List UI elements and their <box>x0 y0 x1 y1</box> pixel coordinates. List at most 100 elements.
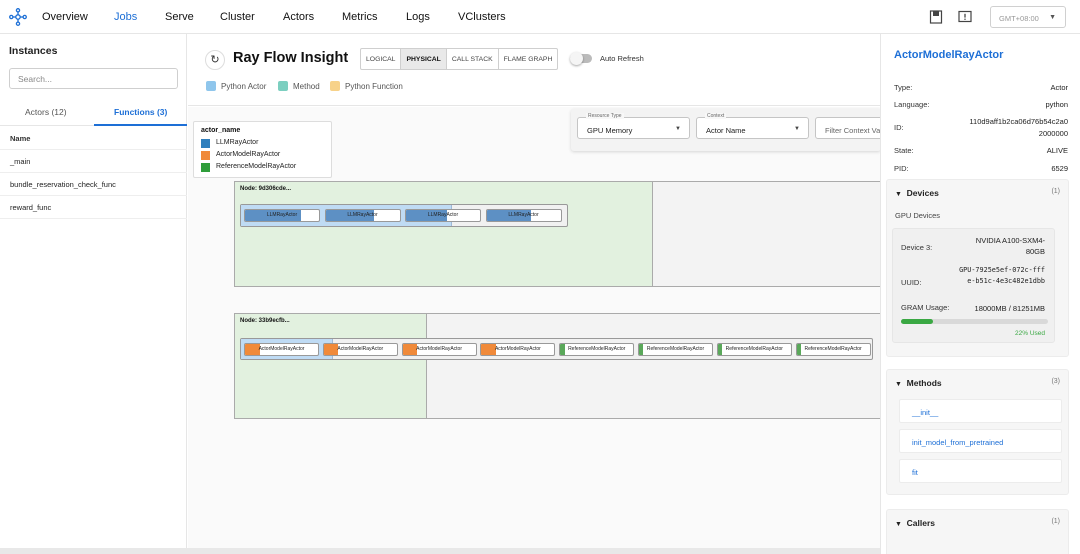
field-id-value: 110d9aff1b2ca06d76b54c2a02000000 <box>969 117 1068 138</box>
chevron-down-icon: ▼ <box>895 521 902 528</box>
method-item[interactable]: fit <box>899 459 1062 483</box>
actor-box[interactable]: ReferenceModelRayActor <box>559 343 635 356</box>
actor-box[interactable]: LLMRayActor <box>485 209 562 222</box>
node-box[interactable]: Node: 33b9ecfb... ActorModelRayActor Acto… <box>234 313 880 419</box>
legend-llm-label: LLMRayActor <box>216 139 259 146</box>
uuid-value: GPU-7925e5ef-072c-fffe-b51c-4e3c482e1dbb <box>959 266 1045 285</box>
toggle-knob <box>570 52 583 65</box>
actor-name: ActorModelRayActor <box>258 346 305 352</box>
devices-card: ▼ Devices (1) GPU Devices Device 3: NVID… <box>886 179 1069 357</box>
nav-actors[interactable]: Actors <box>283 11 314 23</box>
tab-functions[interactable]: Functions (3) <box>114 107 167 117</box>
method-item[interactable]: init_model_from_pretrained <box>899 429 1062 453</box>
chevron-down-icon: ▼ <box>895 381 902 388</box>
node-label: Node: 33b9ecfb... <box>240 318 290 324</box>
actor-usage-fill <box>402 344 418 355</box>
nav-logs[interactable]: Logs <box>406 11 430 23</box>
device-value: NVIDIA A100-SXM4-80GB <box>975 236 1045 256</box>
nav-overview[interactable]: Overview <box>42 11 88 23</box>
actor-box[interactable]: ReferenceModelRayActor <box>716 343 792 356</box>
physical-view-canvas[interactable]: Resource Type GPU Memory ▼ Context Actor… <box>188 107 880 548</box>
node-gpu-usage-region <box>235 182 653 286</box>
chevron-down-icon: ▼ <box>895 191 902 198</box>
legend-swatch-method <box>278 81 288 91</box>
devices-header[interactable]: ▼ Devices <box>895 188 939 198</box>
resource-type-label: Resource Type <box>586 113 624 119</box>
timezone-value: GMT+08:00 <box>999 14 1039 23</box>
actor-group[interactable]: ActorModelRayActor ActorModelRayActor Acto… <box>240 338 873 360</box>
actor-box[interactable]: ReferenceModelRayActor <box>795 343 871 356</box>
field-type-value: Actor <box>1050 83 1068 92</box>
gpu-devices-subtitle: GPU Devices <box>895 211 941 220</box>
actor-color-legend: actor_name LLMRayActor ActorModelRayActo… <box>193 121 332 178</box>
gram-usage-percent: 22% Used <box>1015 330 1045 337</box>
actor-box[interactable]: LLMRayActor <box>405 209 481 222</box>
actor-usage-fill <box>639 344 644 355</box>
actor-box[interactable]: ActorModelRayActor <box>480 343 556 356</box>
callers-header[interactable]: ▼ Callers <box>895 518 935 528</box>
flow-insight-header: ↻ Ray Flow Insight LOGICAL PHYSICAL CALL… <box>188 34 880 106</box>
tab-actors[interactable]: Actors (12) <box>25 107 67 117</box>
list-item[interactable]: bundle_reservation_check_func <box>0 173 187 196</box>
methods-title: Methods <box>906 378 942 388</box>
actor-name: ActorModelRayActor <box>337 346 384 352</box>
view-call-stack-button[interactable]: CALL STACK <box>447 49 499 69</box>
context-value: Actor Name <box>706 126 746 135</box>
field-id-label: ID: <box>894 123 904 132</box>
instances-panel: Instances Search... Actors (12) Function… <box>0 34 187 554</box>
actor-group[interactable]: LLMRayActor LLMRayActor LLMRayActor LLMRayA… <box>240 204 568 227</box>
resource-type-select[interactable]: Resource Type GPU Memory ▼ <box>577 113 690 139</box>
actor-box[interactable]: LLMRayActor <box>324 209 401 222</box>
legend-reference-model-label: ReferenceModelRayActor <box>216 163 297 170</box>
actor-name: LLMRayActor <box>508 212 539 218</box>
gram-usage-label: GRAM Usage: <box>901 303 950 312</box>
search-input[interactable]: Search... <box>9 68 178 89</box>
chevron-down-icon: ▼ <box>794 126 800 132</box>
context-select[interactable]: Context Actor Name ▼ <box>696 113 809 139</box>
refresh-button[interactable]: ↻ <box>205 50 225 70</box>
feedback-icon[interactable] <box>957 9 973 25</box>
node-box[interactable]: Node: 9d306cde... LLMRayActor LLMRayActor… <box>234 181 880 287</box>
column-header-name: Name <box>0 127 187 150</box>
legend-swatch-actor-model <box>201 151 210 160</box>
filter-context-input[interactable]: Filter Context Val <box>815 117 880 139</box>
nav-metrics[interactable]: Metrics <box>342 11 377 23</box>
view-logical-button[interactable]: LOGICAL <box>361 49 402 69</box>
auto-refresh-toggle[interactable] <box>570 52 592 65</box>
methods-header[interactable]: ▼ Methods <box>895 378 942 388</box>
nav-jobs[interactable]: Jobs <box>114 11 137 23</box>
actor-name: ReferenceModelRayActor <box>804 346 862 352</box>
view-flame-graph-button[interactable]: FLAME GRAPH <box>499 49 558 69</box>
view-physical-button[interactable]: PHYSICAL <box>401 49 447 69</box>
field-state-value: ALIVE <box>1046 146 1068 155</box>
docs-icon[interactable] <box>928 9 944 25</box>
nav-vclusters[interactable]: VClusters <box>458 11 506 23</box>
node-gpu-usage-region <box>235 314 427 418</box>
actor-box[interactable]: ActorModelRayActor <box>322 343 398 356</box>
methods-count: (3) <box>1051 378 1060 385</box>
actor-box[interactable]: LLMRayActor <box>244 209 320 222</box>
ray-logo-icon[interactable] <box>9 8 27 26</box>
horizontal-scrollbar[interactable] <box>0 548 880 554</box>
list-item[interactable]: reward_func <box>0 196 187 219</box>
view-toggle-group: LOGICAL PHYSICAL CALL STACK FLAME GRAPH <box>360 48 559 70</box>
actor-box[interactable]: ReferenceModelRayActor <box>638 343 713 356</box>
refresh-icon: ↻ <box>210 54 220 66</box>
nav-cluster[interactable]: Cluster <box>220 11 255 23</box>
instances-title: Instances <box>9 45 58 57</box>
actor-box[interactable]: ActorModelRayActor <box>244 343 319 356</box>
actor-box[interactable]: ActorModelRayActor <box>401 343 477 356</box>
timezone-select[interactable]: GMT+08:00 ▼ <box>990 6 1066 28</box>
filter-bar: Resource Type GPU Memory ▼ Context Actor… <box>571 109 880 151</box>
resource-type-value: GPU Memory <box>587 126 633 135</box>
gpu-device-box: Device 3: NVIDIA A100-SXM4-80GB UUID: GP… <box>892 228 1055 343</box>
gram-usage-fill <box>901 319 934 324</box>
nav-serve[interactable]: Serve <box>165 11 194 23</box>
method-item[interactable]: __init__ <box>899 399 1062 423</box>
field-type-label: Type: <box>894 83 913 92</box>
chevron-down-icon: ▼ <box>675 126 681 132</box>
devices-count: (1) <box>1051 188 1060 195</box>
actor-name: ReferenceModelRayActor <box>646 346 705 352</box>
list-item[interactable]: _main <box>0 150 187 173</box>
actor-name: ActorModelRayActor <box>416 346 463 352</box>
